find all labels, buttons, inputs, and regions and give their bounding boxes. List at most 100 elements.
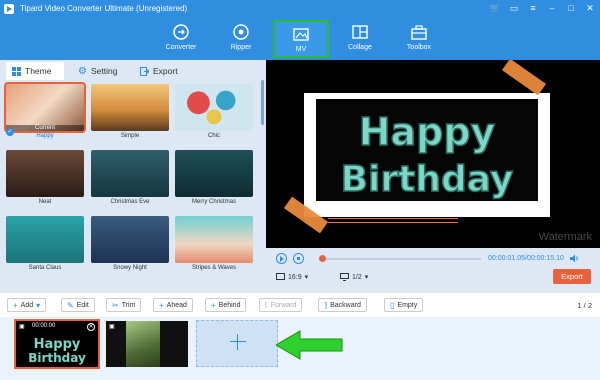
preview-line1: Happy (359, 110, 496, 154)
nav-ripper[interactable]: Ripper (213, 20, 269, 58)
theme-chic[interactable]: Chic (175, 84, 253, 139)
add-clip-button[interactable] (196, 320, 278, 367)
clip-1-line2: Birthday (28, 351, 86, 365)
clip-1[interactable]: ▣ 00:00:00 ✕ Happy Birthday (14, 319, 100, 369)
minimize-icon[interactable]: – (546, 2, 558, 14)
nav-toolbox-label: Toolbox (406, 44, 432, 51)
edit-toolbar: + Add ▾ ✎ Edit ✂ Trim + Ahead + Behind ⌊… (0, 293, 600, 317)
nav-converter-label: Converter (165, 44, 197, 51)
theme-christmas-eve-thumbnail (91, 150, 169, 197)
theme-santa-claus-thumbnail (6, 216, 84, 263)
tab-export[interactable]: Export (134, 62, 184, 80)
behind-button-label: Behind (218, 301, 241, 309)
add-button-label: Add (20, 301, 34, 309)
current-time: 00:00:01.05 (488, 255, 525, 262)
clip-2[interactable]: ▣ (106, 321, 188, 367)
decor-lines (328, 218, 458, 226)
scissors-icon: ✂ (112, 300, 119, 310)
volume-icon[interactable] (570, 254, 580, 263)
gear-icon: ⚙ (78, 65, 87, 77)
theme-chic-label: Chic (207, 133, 220, 139)
app-title: Tipard Video Converter Ultimate (Unregis… (20, 4, 188, 13)
close-icon[interactable]: ✕ (584, 2, 596, 14)
tab-export-label: Export (153, 66, 178, 76)
ahead-button-label: Ahead (166, 301, 187, 309)
edit-icon: ✎ (67, 300, 74, 310)
theme-christmas-eve-label: Christmas Eve (110, 199, 150, 205)
chevron-down-icon: ▾ (36, 300, 41, 310)
progress-track[interactable] (319, 258, 481, 260)
preview-pane: Happy Birthday Watermark (266, 60, 600, 248)
nav-collage-label: Collage (348, 44, 372, 51)
theme-snowy-night-thumbnail (91, 216, 169, 263)
main-toolbar: Converter Ripper MV Collage Toolbox (0, 17, 600, 60)
theme-christmas-eve[interactable]: Christmas Eve (91, 150, 169, 205)
theme-stripes-waves-label: Stripes & Waves (191, 265, 237, 271)
film-icon: ▣ (109, 324, 115, 330)
trash-icon: ▯ (390, 300, 395, 310)
theme-neat-label: Neat (38, 199, 52, 205)
clip-1-art: Happy Birthday (28, 337, 86, 365)
theme-simple[interactable]: Simple (91, 84, 169, 139)
export-button[interactable]: Export (553, 269, 591, 284)
selected-check-icon: ✓ (6, 128, 14, 136)
theme-merry-christmas-label: Merry Christmas (191, 199, 236, 205)
theme-panel: Theme ⚙ Setting Export Current Happy ✓ S… (0, 60, 266, 293)
watermark-text: Watermark (538, 231, 592, 243)
aspect-ratio-select[interactable]: 16:9 ▾ (276, 273, 308, 281)
theme-merry-christmas[interactable]: Merry Christmas (175, 150, 253, 205)
tab-bar: Theme ⚙ Setting Export (0, 60, 266, 80)
add-button[interactable]: + Add ▾ (7, 298, 47, 312)
empty-button[interactable]: ▯ Empty (384, 298, 424, 312)
nav-converter[interactable]: Converter (153, 20, 209, 58)
preview-line2: Birthday (341, 159, 514, 200)
theme-snowy-night[interactable]: Snowy Night (91, 216, 169, 271)
chat-icon[interactable]: ▭ (508, 2, 520, 14)
theme-merry-christmas-thumbnail (175, 150, 253, 197)
collage-icon (352, 25, 368, 39)
backward-icon: ⌉ (324, 300, 328, 310)
theme-simple-label: Simple (120, 133, 140, 139)
backward-button[interactable]: ⌉ Backward (318, 298, 367, 312)
preview-canvas: Happy Birthday (316, 99, 538, 201)
toolbox-icon (411, 25, 427, 40)
theme-santa-claus[interactable]: Santa Claus (6, 216, 84, 271)
maximize-icon[interactable]: □ (565, 2, 577, 14)
play-button[interactable] (276, 253, 287, 264)
behind-button[interactable]: + Behind (205, 298, 247, 312)
monitor-icon (340, 273, 349, 281)
forward-button-label: Forward (270, 301, 297, 309)
theme-happy[interactable]: Current Happy (4, 82, 86, 139)
grid-icon (12, 66, 21, 76)
screen-select[interactable]: 1/2 ▾ (340, 273, 368, 281)
nav-collage[interactable]: Collage (332, 20, 388, 58)
theme-scrollbar[interactable] (261, 80, 264, 125)
tab-setting[interactable]: ⚙ Setting (72, 62, 123, 80)
ahead-button[interactable]: + Ahead (153, 298, 193, 312)
preview-title-art: Happy Birthday (340, 109, 514, 201)
converter-icon (173, 24, 189, 40)
window-controls: 🛒 ▭ ≡ – □ ✕ (489, 2, 596, 14)
trim-button-label: Trim (121, 301, 136, 309)
clip-pager: 1 / 2 (577, 301, 592, 310)
cart-icon[interactable]: 🛒 (489, 2, 501, 14)
nav-toolbox[interactable]: Toolbox (391, 20, 447, 58)
plus-icon (230, 334, 246, 350)
progress-knob[interactable] (319, 255, 326, 262)
tab-theme[interactable]: Theme (6, 62, 64, 80)
nav-mv[interactable]: MV (273, 20, 329, 58)
trim-button[interactable]: ✂ Trim (106, 298, 142, 312)
clip-1-line1: Happy (34, 337, 81, 352)
plus-icon: + (13, 300, 18, 310)
edit-button[interactable]: ✎ Edit (61, 298, 95, 312)
nav-ripper-label: Ripper (230, 44, 252, 51)
theme-stripes-waves[interactable]: Stripes & Waves (175, 216, 253, 271)
stop-button[interactable] (293, 253, 304, 264)
theme-santa-claus-label: Santa Claus (28, 265, 62, 271)
theme-neat[interactable]: Neat (6, 150, 84, 205)
arrow-annotation-icon (276, 330, 343, 360)
forward-button[interactable]: ⌊ Forward (259, 298, 303, 312)
decor-tape-top (501, 60, 547, 96)
menu-icon[interactable]: ≡ (527, 2, 539, 14)
ripper-icon (233, 24, 249, 40)
